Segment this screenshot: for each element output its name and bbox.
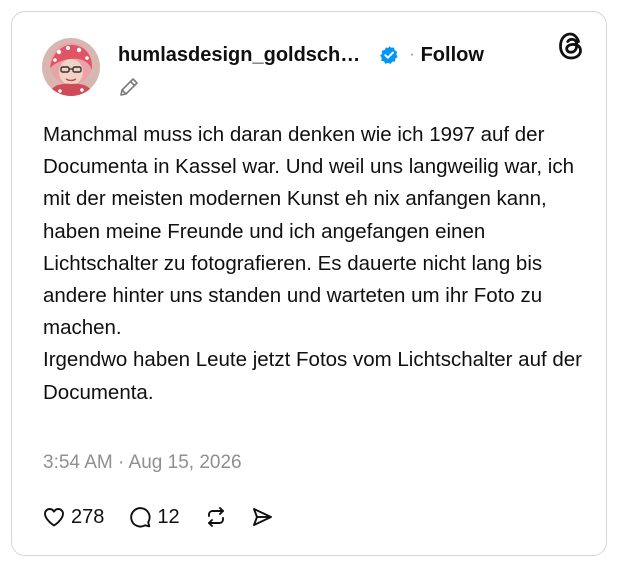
reply-button[interactable]: 12 bbox=[128, 505, 180, 529]
repost-button[interactable] bbox=[204, 505, 228, 529]
post-timestamp[interactable]: 3:54 AM · Aug 15, 2026 bbox=[43, 452, 242, 474]
threads-logo-icon[interactable] bbox=[557, 31, 585, 61]
like-count: 278 bbox=[71, 505, 105, 528]
like-button[interactable]: 278 bbox=[42, 505, 104, 529]
avatar[interactable] bbox=[42, 38, 100, 96]
post-text: Manchmal muss ich daran denken wie ich 1… bbox=[43, 119, 591, 409]
follow-button[interactable]: Follow bbox=[421, 44, 484, 67]
post-header: humlasdesign_goldsch… · Follow bbox=[118, 40, 484, 70]
username[interactable]: humlasdesign_goldsch… bbox=[118, 44, 360, 67]
post-card: humlasdesign_goldsch… · Follow Manchmal … bbox=[11, 11, 607, 556]
share-send-icon bbox=[250, 505, 274, 529]
comment-bubble-icon bbox=[128, 505, 152, 529]
share-button[interactable] bbox=[250, 505, 274, 529]
pencil-icon bbox=[117, 75, 141, 99]
action-bar: 278 12 bbox=[42, 503, 274, 531]
post-paragraph: Irgendwo haben Leute jetzt Fotos vom Lic… bbox=[43, 348, 583, 404]
repost-icon bbox=[204, 505, 228, 529]
reply-count: 12 bbox=[157, 505, 180, 528]
verified-badge-icon bbox=[379, 45, 399, 65]
post-paragraph: Manchmal muss ich daran denken wie ich 1… bbox=[43, 123, 574, 340]
separator-dot: · bbox=[409, 46, 415, 63]
heart-icon bbox=[42, 505, 66, 529]
